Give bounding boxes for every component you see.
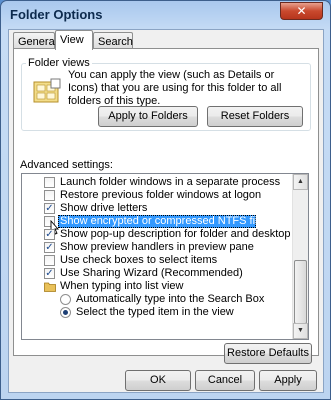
- list-item-label: Launch folder windows in a separate proc…: [60, 176, 281, 188]
- list-item-label: Use check boxes to select items: [60, 254, 218, 266]
- list-item-group: When typing into list view: [22, 280, 294, 293]
- list-item[interactable]: Use check boxes to select items: [22, 254, 294, 267]
- list-item[interactable]: ✓ Show pop-up description for folder and…: [22, 228, 308, 241]
- advanced-settings-list: Launch folder windows in a separate proc…: [21, 173, 309, 340]
- list-item-label: Show preview handlers in preview pane: [60, 241, 254, 253]
- close-icon: ✕: [296, 4, 307, 18]
- advanced-settings-label: Advanced settings:: [20, 159, 113, 171]
- tab-search[interactable]: Search: [93, 32, 133, 49]
- apply-to-folders-button[interactable]: Apply to Folders: [98, 106, 198, 127]
- checkbox-checked[interactable]: ✓: [44, 203, 55, 214]
- apply-button[interactable]: Apply: [259, 370, 317, 391]
- list-item-label: Show encrypted or compressed NTFS files …: [60, 215, 308, 227]
- tab-general[interactable]: General: [13, 32, 57, 49]
- scroll-thumb[interactable]: [294, 260, 307, 324]
- checkbox-checked[interactable]: ✓: [44, 229, 55, 240]
- checkbox[interactable]: [44, 190, 55, 201]
- list-item-label: Select the typed item in the view: [76, 306, 234, 318]
- folder-options-window: Folder Options ✕ General View Search Fol…: [0, 0, 331, 400]
- list-item-selected[interactable]: Show encrypted or compressed NTFS files …: [22, 215, 308, 235]
- folder-views-group: Folder views You can apply the view (suc…: [21, 57, 311, 131]
- list-item[interactable]: Restore previous folder windows at logon: [22, 189, 294, 202]
- list-item[interactable]: ✓ Use Sharing Wizard (Recommended): [22, 267, 294, 280]
- scroll-down-button[interactable]: ▼: [293, 323, 308, 339]
- reset-folders-button[interactable]: Reset Folders: [207, 106, 303, 127]
- checkbox[interactable]: [44, 177, 55, 188]
- restore-defaults-button[interactable]: Restore Defaults: [224, 343, 312, 364]
- list-item[interactable]: Select the typed item in the view: [22, 306, 294, 319]
- list-item-label: Restore previous folder windows at logon: [60, 189, 262, 201]
- tab-view[interactable]: View: [55, 30, 93, 50]
- checkbox[interactable]: [44, 255, 55, 266]
- folder-views-icon: [33, 78, 61, 103]
- scroll-up-button[interactable]: ▲: [293, 174, 308, 190]
- folder-icon: [44, 282, 56, 292]
- folder-views-label: Folder views: [26, 57, 92, 69]
- view-tab-panel: Folder views You can apply the view (suc…: [13, 48, 319, 364]
- close-button[interactable]: ✕: [280, 2, 323, 20]
- checkbox-checked[interactable]: ✓: [44, 268, 55, 279]
- title-bar[interactable]: Folder Options ✕: [1, 1, 330, 29]
- list-scrollbar[interactable]: ▲ ▼: [292, 174, 308, 339]
- checkbox-checked[interactable]: ✓: [44, 242, 55, 253]
- list-item-label: When typing into list view: [60, 280, 184, 292]
- cancel-button[interactable]: Cancel: [195, 370, 255, 391]
- radio-button-selected[interactable]: [60, 307, 71, 318]
- list-item[interactable]: Launch folder windows in a separate proc…: [22, 176, 294, 189]
- list-item-label: Automatically type into the Search Box: [76, 293, 265, 305]
- list-item[interactable]: Automatically type into the Search Box: [22, 293, 294, 306]
- list-item-label: Show drive letters: [60, 202, 148, 214]
- folder-views-description: You can apply the view (such as Details …: [68, 69, 282, 107]
- list-item[interactable]: ✓ Show drive letters: [22, 202, 294, 215]
- list-item[interactable]: ✓ Show preview handlers in preview pane: [22, 241, 294, 254]
- dialog-body: General View Search Folder views You can…: [8, 29, 324, 393]
- radio-button[interactable]: [60, 294, 71, 305]
- window-title: Folder Options: [10, 7, 103, 22]
- ok-button[interactable]: OK: [125, 370, 191, 391]
- list-item-label: Show pop-up description for folder and d…: [60, 228, 309, 240]
- list-item-label: Use Sharing Wizard (Recommended): [60, 267, 243, 279]
